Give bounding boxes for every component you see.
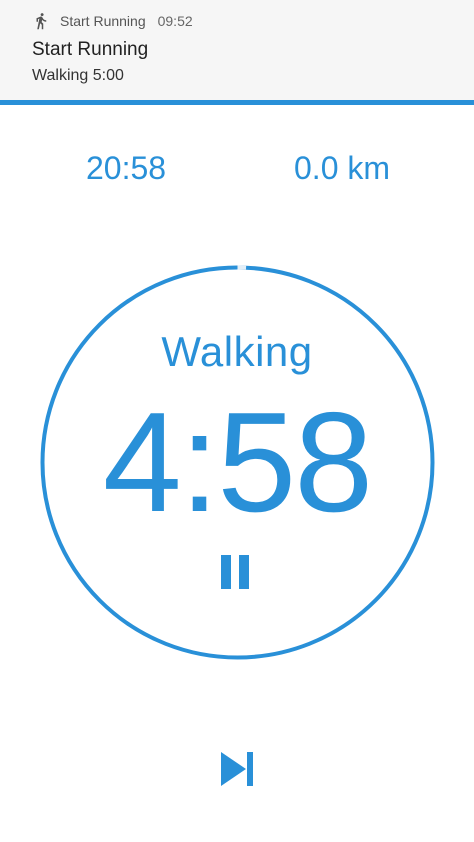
notification-panel[interactable]: Start Running 09:52 Start Running Walkin… [0,0,474,100]
notification-title: Start Running [32,39,149,60]
notification-app-name: Start Running [60,13,146,29]
skip-next-icon [221,752,253,786]
distance: 0.0 km [294,150,391,186]
elapsed-time: 20:58 [86,150,167,186]
pause-button[interactable] [216,553,256,593]
runner-icon [36,13,47,30]
countdown-timer: 4:58 [102,383,373,542]
notification-divider [0,100,474,105]
notification-time: 09:52 [157,13,193,29]
phase-label: Walking [161,328,313,375]
notification-header: Start Running 09:52 [32,10,193,32]
skip-button[interactable] [217,750,257,788]
notification-text: Walking 5:00 [32,67,124,84]
pause-icon [221,555,249,589]
